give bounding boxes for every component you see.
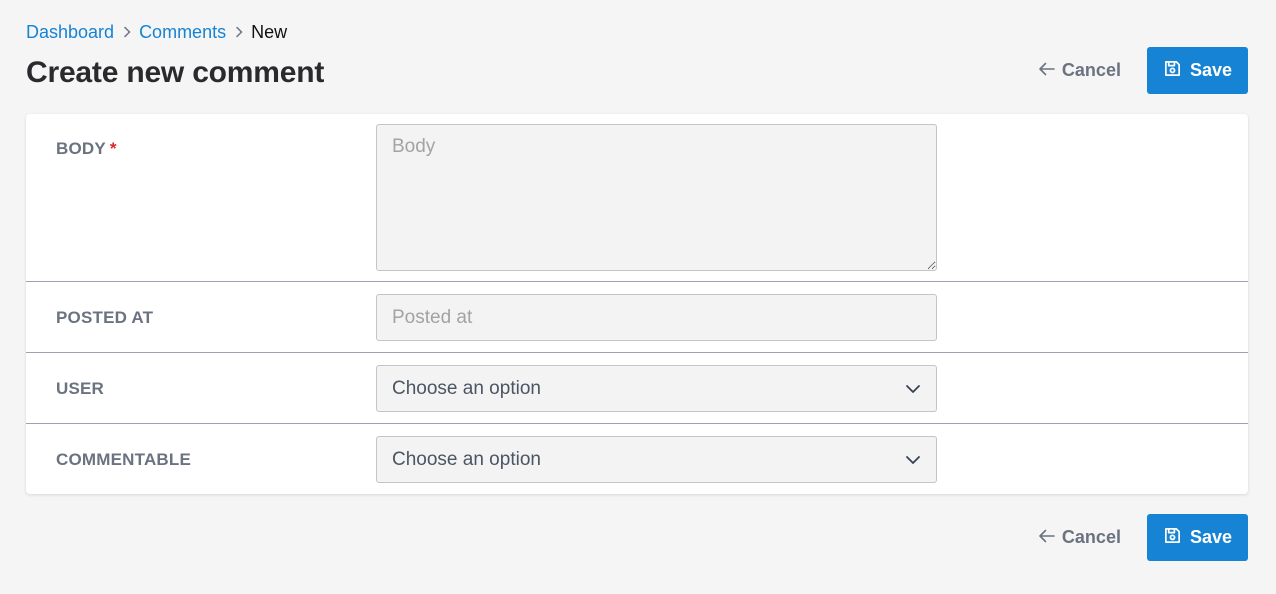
posted-at-row: POSTED AT bbox=[26, 282, 1248, 353]
body-label: BODY * bbox=[56, 139, 117, 159]
breadcrumb: Dashboard Comments New bbox=[26, 20, 287, 44]
header-actions: Cancel Save bbox=[1038, 47, 1248, 94]
commentable-select-value: Choose an option bbox=[392, 448, 541, 470]
save-label: Save bbox=[1189, 527, 1232, 547]
commentable-label: COMMENTABLE bbox=[56, 450, 192, 469]
cancel-label: Cancel bbox=[1061, 527, 1121, 547]
breadcrumb-item-comments[interactable]: Comments bbox=[139, 22, 226, 43]
chevron-down-icon bbox=[905, 449, 921, 471]
breadcrumb-current: New bbox=[251, 21, 288, 42]
save-label: Save bbox=[1189, 60, 1232, 80]
save-button[interactable]: Save bbox=[1146, 514, 1248, 561]
cancel-button[interactable]: Cancel bbox=[1038, 527, 1121, 548]
footer-actions: Cancel Save bbox=[1038, 514, 1248, 561]
posted-at-input[interactable] bbox=[376, 294, 937, 341]
save-icon bbox=[1163, 59, 1182, 83]
chevron-right-icon bbox=[114, 26, 139, 38]
user-select-value: Choose an option bbox=[392, 377, 541, 399]
save-button[interactable]: Save bbox=[1146, 47, 1248, 94]
breadcrumb-item-dashboard[interactable]: Dashboard bbox=[26, 22, 114, 43]
user-row: USER Choose an option bbox=[26, 353, 1248, 424]
form-card: BODY* POSTED AT USER Choose an option CO… bbox=[26, 114, 1248, 494]
page: Dashboard Comments New Create new commen… bbox=[0, 0, 1276, 594]
save-icon bbox=[1163, 526, 1182, 550]
commentable-row: COMMENTABLE Choose an option bbox=[26, 424, 1248, 494]
commentable-select[interactable]: Choose an option bbox=[376, 436, 937, 483]
user-select[interactable]: Choose an option bbox=[376, 365, 937, 412]
chevron-right-icon bbox=[226, 26, 251, 38]
arrow-left-icon bbox=[1038, 60, 1056, 81]
page-title: Create new comment bbox=[26, 56, 325, 89]
body-textarea[interactable] bbox=[376, 124, 937, 271]
posted-at-label: POSTED AT bbox=[56, 308, 154, 327]
user-label: USER bbox=[56, 379, 105, 398]
chevron-down-icon bbox=[905, 378, 921, 400]
body-label-text: BODY bbox=[56, 139, 106, 158]
cancel-label: Cancel bbox=[1061, 60, 1121, 80]
body-row: BODY * bbox=[26, 114, 1248, 282]
cancel-button[interactable]: Cancel bbox=[1038, 60, 1121, 81]
required-mark: * bbox=[109, 139, 117, 158]
arrow-left-icon bbox=[1038, 527, 1056, 548]
